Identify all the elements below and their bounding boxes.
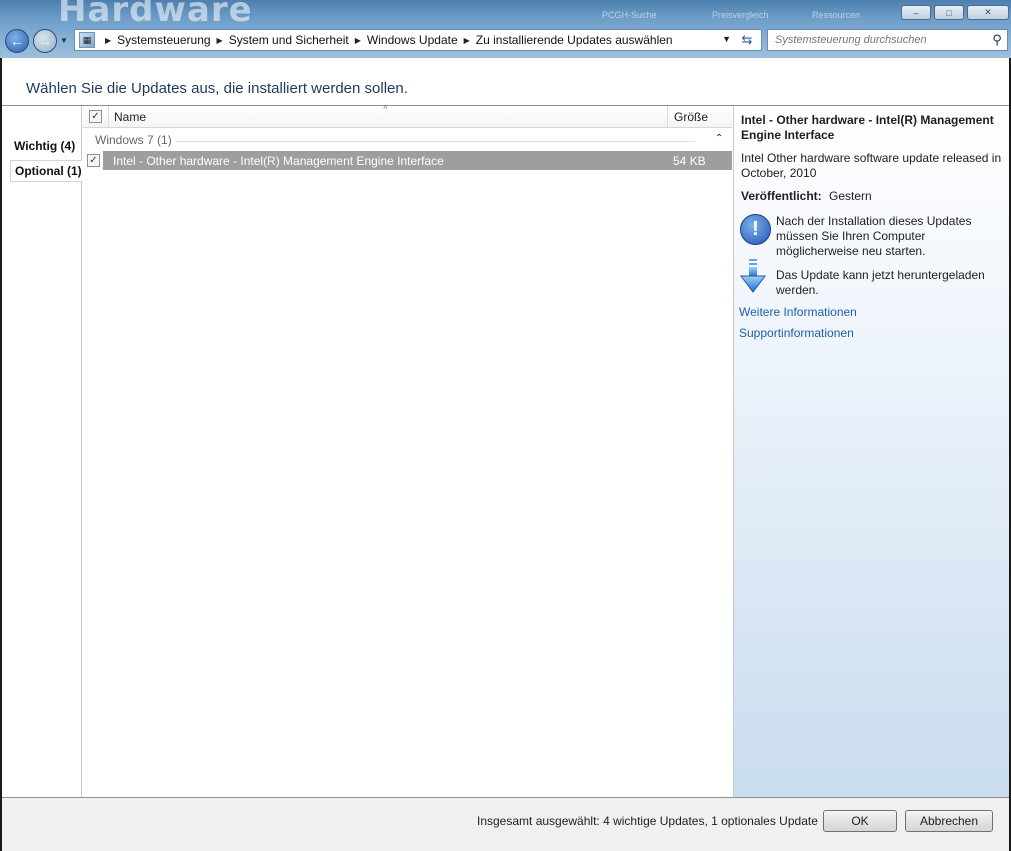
breadcrumb: ▶ Systemsteuerung ▶ System und Sicherhei… (99, 33, 673, 47)
download-arrow-icon (740, 259, 766, 293)
column-header-name[interactable]: Name (114, 110, 146, 124)
tab-optional[interactable]: Optional (1) (10, 160, 82, 182)
breadcrumb-separator-icon[interactable]: ▶ (464, 36, 470, 45)
background-link: Ressourcen (812, 10, 861, 20)
breadcrumb-item[interactable]: Windows Update (367, 33, 458, 47)
background-link: Preisvergleich (712, 10, 769, 20)
recent-pages-dropdown-icon[interactable]: ▼ (60, 36, 68, 45)
title-bar: Hardware PCGH-Suche Preisvergleich Resso… (0, 0, 1011, 58)
control-panel-icon: ▦ (79, 32, 95, 48)
group-header[interactable]: Windows 7 (1) (95, 133, 172, 147)
column-header-size[interactable]: Größe (674, 110, 708, 124)
breadcrumb-item[interactable]: Systemsteuerung (117, 33, 210, 47)
details-description: Intel Other hardware software update rel… (741, 151, 1002, 180)
breadcrumb-item[interactable]: Zu installierende Updates auswählen (476, 33, 673, 47)
search-icon[interactable]: ⚲ (987, 32, 1007, 48)
search-box[interactable]: ⚲ (767, 29, 1008, 51)
info-icon: ! (740, 214, 771, 245)
cancel-button[interactable]: Abbrechen (905, 810, 993, 832)
minimize-icon[interactable]: – (901, 5, 931, 20)
background-link: PCGH-Suche (602, 10, 657, 20)
back-arrow-icon[interactable]: ← (5, 29, 29, 53)
list-header: ✓ Name ˄ Größe (83, 103, 732, 128)
address-dropdown-icon[interactable]: ▼ (722, 34, 731, 44)
windows-update-window: Hardware PCGH-Suche Preisvergleich Resso… (0, 0, 1011, 851)
update-list: ✓ Name ˄ Größe Windows 7 (1) ⌃ ✓ Intel -… (83, 103, 732, 797)
footer-bar: Insgesamt ausgewählt: 4 wichtige Updates… (2, 798, 1009, 851)
tab-important[interactable]: Wichtig (4) (10, 135, 82, 157)
ok-button[interactable]: OK (823, 810, 897, 832)
page-title: Wählen Sie die Updates aus, die installi… (26, 80, 408, 97)
refresh-icon[interactable]: ⇆ (737, 32, 757, 48)
breadcrumb-separator-icon: ▶ (105, 35, 112, 45)
details-title: Intel - Other hardware - Intel(R) Manage… (741, 113, 994, 142)
breadcrumb-item[interactable]: System und Sicherheit (229, 33, 349, 47)
group-divider (175, 141, 695, 142)
download-note: Das Update kann jetzt heruntergeladen we… (776, 268, 985, 297)
table-row[interactable]: ✓ Intel - Other hardware - Intel(R) Mana… (83, 151, 732, 170)
main-content: Wählen Sie die Updates aus, die installi… (0, 58, 1011, 851)
window-controls: – □ ✕ (901, 5, 1009, 20)
update-name: Intel - Other hardware - Intel(R) Manage… (113, 154, 444, 168)
sort-indicator-icon: ˄ (383, 103, 388, 112)
selection-summary: Insgesamt ausgewählt: 4 wichtige Updates… (477, 814, 818, 828)
forward-arrow-icon[interactable]: → (33, 29, 57, 53)
breadcrumb-separator-icon[interactable]: ▶ (217, 36, 223, 45)
collapse-group-icon[interactable]: ⌃ (715, 133, 723, 144)
select-all-checkbox[interactable]: ✓ (89, 110, 102, 123)
published-label: Veröffentlicht: (741, 189, 822, 203)
details-pane: Intel - Other hardware - Intel(R) Manage… (733, 106, 1009, 797)
maximize-icon[interactable]: □ (934, 5, 964, 20)
background-logo: Hardware (58, 0, 253, 30)
breadcrumb-separator-icon[interactable]: ▶ (355, 36, 361, 45)
restart-note: Nach der Installation dieses Updates müs… (776, 214, 972, 258)
address-bar[interactable]: ▦ ▶ Systemsteuerung ▶ System und Sicherh… (74, 29, 762, 51)
column-divider[interactable] (108, 106, 109, 128)
category-tabs: Wichtig (4) Optional (1) (2, 106, 82, 797)
search-input[interactable] (768, 31, 987, 49)
support-info-link[interactable]: Supportinformationen (739, 326, 854, 340)
more-info-link[interactable]: Weitere Informationen (739, 305, 857, 319)
update-checkbox[interactable]: ✓ (87, 154, 100, 167)
published-value: Gestern (829, 189, 872, 203)
update-size: 54 KB (673, 154, 706, 168)
published-date: Veröffentlicht: Gestern (741, 189, 872, 203)
close-icon[interactable]: ✕ (967, 5, 1009, 20)
column-divider[interactable] (667, 106, 668, 128)
